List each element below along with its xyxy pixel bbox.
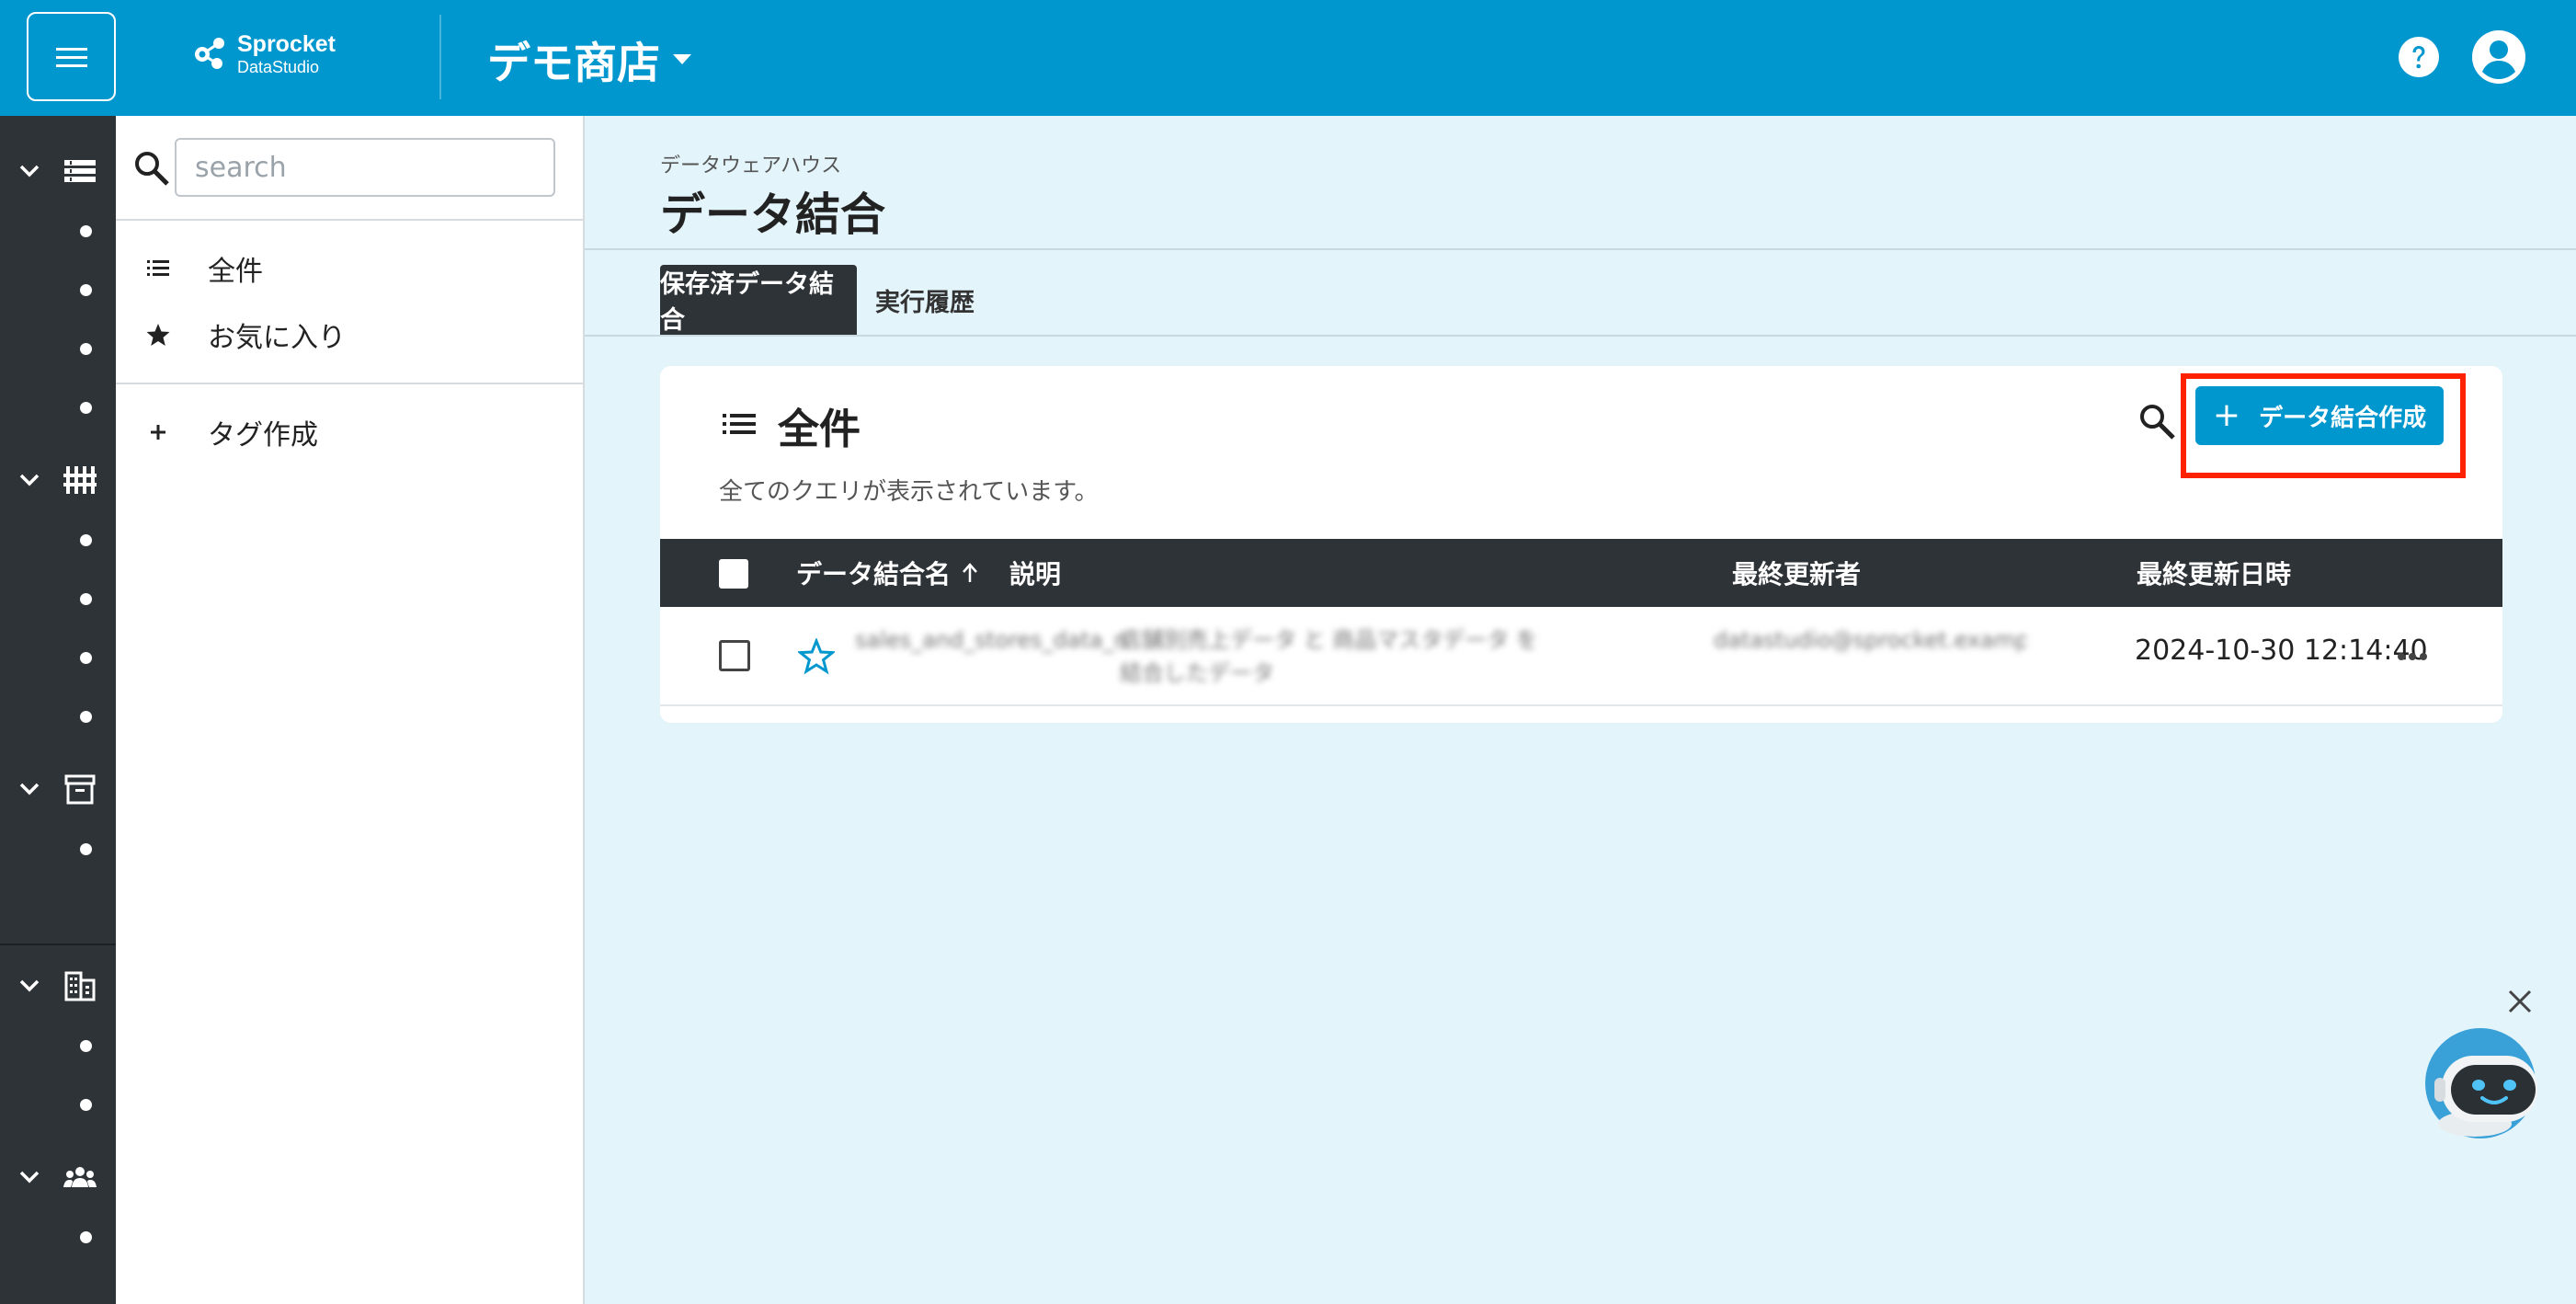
sidebar-item-all[interactable]: 全件 bbox=[145, 245, 263, 292]
nav-dot[interactable] bbox=[80, 534, 92, 546]
account-icon[interactable] bbox=[2471, 29, 2526, 85]
column-header-name[interactable]: データ結合名 bbox=[796, 539, 978, 607]
chevron-down-icon[interactable] bbox=[18, 164, 40, 178]
card-description: 全てのクエリが表示されています。 bbox=[719, 478, 1099, 506]
nav-dot[interactable] bbox=[80, 225, 92, 237]
breadcrumb[interactable]: データウェアハウス bbox=[660, 149, 841, 178]
table-row[interactable]: sales_and_stores_data_merge 店舗別売上データ と 商… bbox=[660, 607, 2502, 706]
merge-name[interactable]: sales_and_stores_data_merge bbox=[855, 623, 1131, 690]
nav-dot[interactable] bbox=[80, 402, 92, 414]
sprocket-logo-icon bbox=[195, 38, 224, 69]
brand-logo[interactable]: Sprocket DataStudio bbox=[191, 33, 336, 75]
column-header-label: データ結合名 bbox=[796, 559, 952, 589]
table-header: データ結合名 説明 最終更新者 最終更新日時 bbox=[660, 539, 2502, 607]
archive-icon[interactable] bbox=[63, 772, 97, 806]
search-icon[interactable] bbox=[2137, 401, 2177, 441]
nav-rail bbox=[0, 116, 116, 1304]
card-title: 全件 bbox=[778, 405, 861, 453]
star-filled-icon bbox=[146, 324, 170, 346]
nav-separator bbox=[0, 944, 116, 945]
search-icon bbox=[135, 152, 169, 186]
tab-execution-history[interactable]: 実行履歴 bbox=[875, 265, 975, 335]
app-header: Sprocket DataStudio デモ商店 bbox=[0, 0, 2576, 116]
header-divider bbox=[439, 15, 441, 99]
caret-down-icon bbox=[673, 54, 691, 64]
star-outline-icon[interactable] bbox=[798, 638, 835, 675]
arrow-up-icon bbox=[963, 563, 977, 582]
column-header-updated-by[interactable]: 最終更新者 bbox=[1732, 539, 1861, 607]
tab-saved-merges[interactable]: 保存済データ結合 bbox=[660, 265, 857, 335]
column-header-description[interactable]: 説明 bbox=[1009, 539, 1061, 607]
create-tag-label: タグ作成 bbox=[208, 419, 318, 452]
page-title: データ結合 bbox=[660, 189, 886, 241]
select-all-checkbox[interactable] bbox=[719, 559, 748, 589]
chevron-down-icon[interactable] bbox=[18, 978, 40, 993]
chevron-down-icon[interactable] bbox=[18, 782, 40, 796]
nav-dot[interactable] bbox=[80, 1040, 92, 1052]
updated-at: 2024-10-30 12:14:40 bbox=[2135, 635, 2428, 667]
sidebar: 全件 お気に入り タグ作成 bbox=[116, 116, 585, 1304]
list-icon bbox=[147, 260, 169, 276]
brand-name: Sprocket bbox=[237, 31, 336, 57]
updated-by: datastudio@sprocket.example.com bbox=[1714, 627, 2026, 653]
sidebar-item-label: お気に入り bbox=[208, 322, 346, 354]
nav-dot[interactable] bbox=[80, 843, 92, 855]
create-tag-button[interactable]: タグ作成 bbox=[145, 408, 318, 456]
create-data-merge-label: データ結合作成 bbox=[2259, 404, 2427, 432]
nav-dot[interactable] bbox=[80, 343, 92, 355]
divider bbox=[116, 219, 583, 221]
create-data-merge-button[interactable]: + データ結合作成 bbox=[2195, 386, 2444, 445]
more-horizontal-icon[interactable] bbox=[2396, 651, 2429, 662]
store-name: デモ商店 bbox=[487, 39, 660, 89]
plus-icon: + bbox=[2212, 396, 2241, 434]
close-icon[interactable] bbox=[2506, 988, 2534, 1015]
sidebar-item-label: 全件 bbox=[208, 256, 263, 288]
menu-button[interactable] bbox=[27, 12, 116, 101]
merge-list-card: 全件 全てのクエリが表示されています。 + データ結合作成 データ結合名 説明 … bbox=[660, 366, 2502, 723]
sidebar-search-input[interactable] bbox=[175, 138, 555, 197]
help-icon[interactable] bbox=[2398, 36, 2440, 78]
group-icon[interactable] bbox=[63, 1160, 97, 1195]
nav-dot[interactable] bbox=[80, 1099, 92, 1111]
chevron-down-icon[interactable] bbox=[18, 473, 40, 487]
building-icon[interactable] bbox=[63, 968, 97, 1003]
tabs-underline bbox=[585, 335, 2576, 337]
row-checkbox[interactable] bbox=[719, 640, 750, 671]
nav-dot[interactable] bbox=[80, 652, 92, 664]
chatbot-robot-icon[interactable] bbox=[2422, 1023, 2541, 1140]
list-view-icon[interactable] bbox=[63, 154, 97, 189]
divider bbox=[585, 248, 2576, 250]
column-header-updated-at[interactable]: 最終更新日時 bbox=[2137, 539, 2291, 607]
divider bbox=[116, 383, 583, 384]
plus-icon bbox=[151, 425, 165, 440]
chevron-down-icon[interactable] bbox=[18, 1170, 40, 1184]
nav-dot[interactable] bbox=[80, 711, 92, 723]
hamburger-icon bbox=[55, 47, 87, 67]
nav-dot[interactable] bbox=[80, 284, 92, 296]
brand-subtitle: DataStudio bbox=[237, 58, 320, 76]
main-content: データウェアハウス データ結合 保存済データ結合 実行履歴 全件 全てのクエリが… bbox=[585, 116, 2576, 1304]
data-pipeline-icon[interactable] bbox=[63, 463, 97, 498]
sidebar-item-favorites[interactable]: お気に入り bbox=[145, 311, 346, 359]
nav-dot[interactable] bbox=[80, 1231, 92, 1243]
list-icon bbox=[723, 414, 756, 434]
merge-description: 店舗別売上データ と 商品マスタデータ を結合したデータ bbox=[1120, 627, 1538, 686]
nav-dot[interactable] bbox=[80, 593, 92, 605]
store-selector[interactable]: デモ商店 bbox=[487, 28, 691, 91]
